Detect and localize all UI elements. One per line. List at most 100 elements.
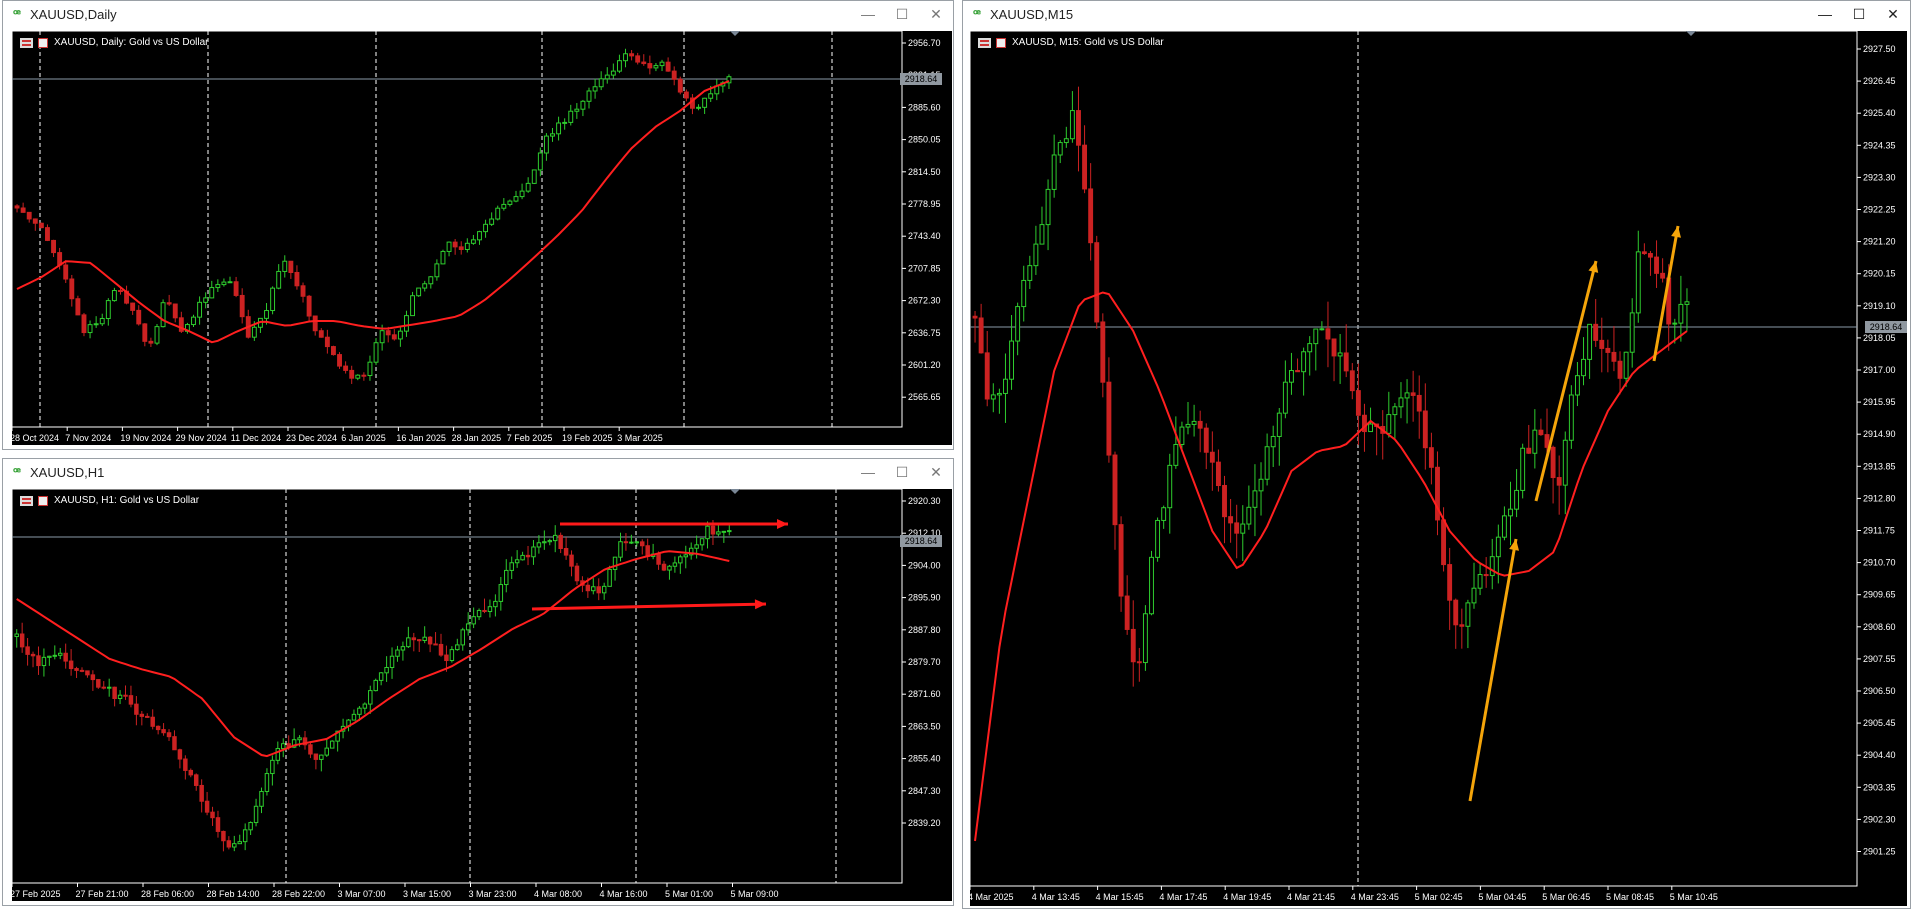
candle-body[interactable] <box>1641 251 1647 255</box>
candle-body[interactable] <box>361 374 367 377</box>
candle-body[interactable] <box>395 649 400 657</box>
candle-body[interactable] <box>1501 515 1507 538</box>
candle-body[interactable] <box>1520 447 1526 491</box>
candle-body[interactable] <box>471 616 476 625</box>
candle-body[interactable] <box>1368 423 1373 433</box>
candle-body[interactable] <box>1301 351 1307 373</box>
chart-shift-marker[interactable] <box>1686 31 1696 36</box>
candle-body[interactable] <box>635 55 641 63</box>
candle-body[interactable] <box>1398 397 1404 408</box>
candle-body[interactable] <box>177 749 183 760</box>
candle-body[interactable] <box>1234 522 1240 534</box>
candle-body[interactable] <box>1149 556 1154 615</box>
candle-body[interactable] <box>1514 489 1520 510</box>
candle-body[interactable] <box>531 169 537 184</box>
candle-body[interactable] <box>1015 306 1021 342</box>
candle-body[interactable] <box>251 326 257 338</box>
candle-body[interactable] <box>455 644 460 651</box>
trade-levels-icon[interactable] <box>38 37 48 48</box>
candle-body[interactable] <box>434 263 440 278</box>
candle-body[interactable] <box>623 541 629 544</box>
candle-body[interactable] <box>694 544 699 549</box>
candle-body[interactable] <box>19 633 25 648</box>
candle-body[interactable] <box>665 61 671 72</box>
candle-body[interactable] <box>498 584 504 602</box>
candle-body[interactable] <box>1051 154 1057 190</box>
candle-body[interactable] <box>604 74 610 80</box>
candle-body[interactable] <box>661 563 667 571</box>
m15-candlestick-chart[interactable]: 2927.50 2926.45 2925.40 2924.35 2923.30 2922.… <box>970 31 1907 906</box>
trend-arrow-head[interactable] <box>777 519 788 529</box>
candle-body[interactable] <box>1276 412 1282 437</box>
candle-body[interactable] <box>531 546 536 558</box>
candle-body[interactable] <box>1088 188 1094 244</box>
candle-body[interactable] <box>1203 427 1209 453</box>
candle-body[interactable] <box>373 679 378 692</box>
candle-body[interactable] <box>270 287 276 312</box>
h1-chart-window[interactable]: ꟹ XAUUSD,H1 — ☐ ✕ 2920.30 2912.10 2904.00 2… <box>2 458 954 906</box>
m15-chart-window[interactable]: ꟹ XAUUSD,M15 — ☐ ✕ 2927.50 2926.45 2925.40… <box>962 0 1911 909</box>
candle-body[interactable] <box>188 769 194 776</box>
candle-body[interactable] <box>1076 110 1081 146</box>
candle-body[interactable] <box>343 365 349 371</box>
candle-body[interactable] <box>1331 338 1337 357</box>
candle-body[interactable] <box>1100 321 1106 383</box>
candle-body[interactable] <box>1282 381 1288 414</box>
candle-body[interactable] <box>368 690 373 705</box>
candle-body[interactable] <box>1191 420 1197 425</box>
candle-body[interactable] <box>319 754 324 760</box>
candle-body[interactable] <box>259 790 264 807</box>
candle-body[interactable] <box>1508 508 1513 517</box>
candle-body[interactable] <box>248 822 253 831</box>
candle-body[interactable] <box>155 725 161 731</box>
candle-body[interactable] <box>1045 188 1051 226</box>
minimize-icon[interactable]: — <box>851 6 885 22</box>
candle-body[interactable] <box>68 660 74 670</box>
candle-body[interactable] <box>568 110 574 123</box>
candle-body[interactable] <box>130 302 136 311</box>
candle-body[interactable] <box>41 656 47 667</box>
candle-body[interactable] <box>616 60 622 72</box>
candle-body[interactable] <box>612 556 618 570</box>
trade-levels-icon[interactable] <box>996 37 1006 48</box>
candle-body[interactable] <box>1289 370 1294 383</box>
candle-body[interactable] <box>507 200 513 205</box>
maximize-icon[interactable]: ☐ <box>1842 6 1876 23</box>
candle-body[interactable] <box>14 205 20 209</box>
candle-body[interactable] <box>1684 301 1690 305</box>
candle-body[interactable] <box>400 646 406 651</box>
candle-body[interactable] <box>79 669 85 672</box>
candle-body[interactable] <box>1222 485 1227 518</box>
candle-body[interactable] <box>520 554 525 561</box>
candle-body[interactable] <box>702 97 708 108</box>
candle-body[interactable] <box>416 287 422 297</box>
candle-body[interactable] <box>607 568 612 587</box>
candle-body[interactable] <box>57 652 63 656</box>
candle-body[interactable] <box>525 554 531 558</box>
candle-body[interactable] <box>1477 574 1483 589</box>
candle-body[interactable] <box>440 250 446 265</box>
candle-body[interactable] <box>242 829 248 843</box>
candle-body[interactable] <box>1209 451 1215 463</box>
candle-body[interactable] <box>26 211 32 220</box>
candle-body[interactable] <box>444 654 449 662</box>
candle-body[interactable] <box>300 285 306 297</box>
candle-body[interactable] <box>1003 378 1008 394</box>
candle-body[interactable] <box>160 302 166 328</box>
candle-body[interactable] <box>1526 447 1532 454</box>
candle-body[interactable] <box>1130 628 1136 663</box>
candle-body[interactable] <box>1009 340 1014 380</box>
candle-body[interactable] <box>166 732 172 738</box>
trade-levels-icon[interactable] <box>38 495 48 506</box>
candle-body[interactable] <box>1441 519 1447 566</box>
candle-body[interactable] <box>1295 370 1300 373</box>
m15-chart-area[interactable]: 2927.50 2926.45 2925.40 2924.35 2923.30 2922.… <box>970 31 1907 906</box>
candle-body[interactable] <box>172 736 177 751</box>
candle-body[interactable] <box>117 694 123 700</box>
candle-body[interactable] <box>1617 360 1623 379</box>
candle-body[interactable] <box>623 53 628 62</box>
candle-body[interactable] <box>161 729 166 734</box>
candle-body[interactable] <box>1465 602 1471 627</box>
candle-body[interactable] <box>148 340 154 344</box>
candle-body[interactable] <box>1605 347 1611 353</box>
